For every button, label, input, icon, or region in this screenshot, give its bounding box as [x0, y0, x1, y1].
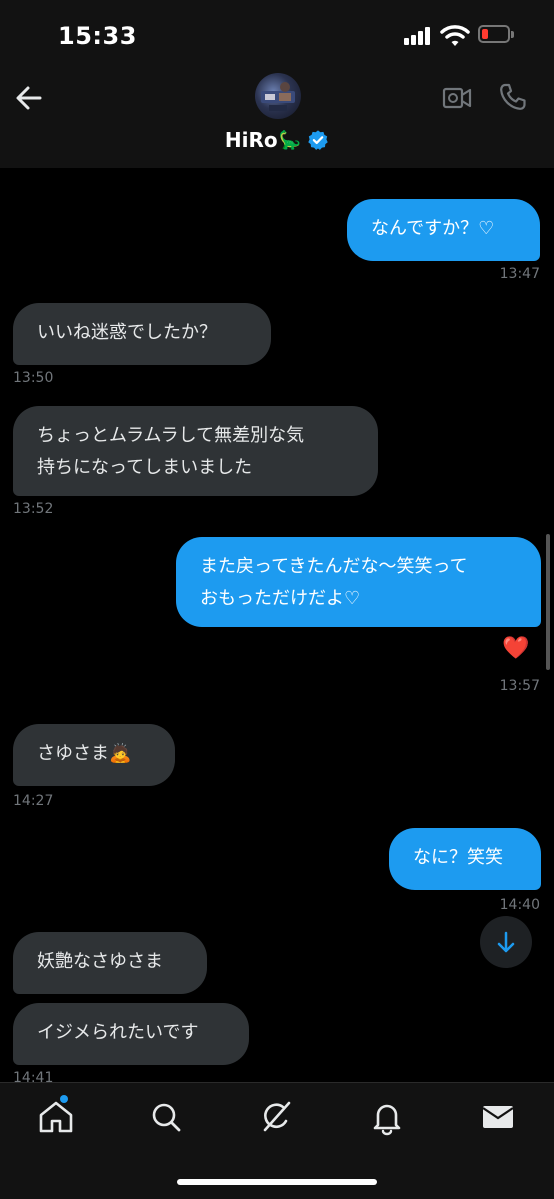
home-indicator [177, 1179, 377, 1185]
message-text: 妖艶なさゆさま [37, 951, 163, 972]
message-text-line: おもっただけだよ♡ [200, 588, 361, 609]
phone-icon[interactable] [498, 82, 528, 112]
message-text: なんですか？♡ [371, 218, 495, 239]
message-bubble-incoming[interactable]: いいね迷惑でしたか？ [13, 303, 271, 365]
home-icon [39, 1101, 73, 1133]
message-bubble-outgoing[interactable]: なに？笑笑 [389, 828, 541, 890]
message-timestamp: 13:57 [499, 678, 540, 694]
message-text-line: また戻ってきたんだな〜笑笑って [200, 556, 468, 577]
message-text: イジメられたいです [37, 1022, 199, 1043]
message-timestamp: 13:50 [13, 370, 54, 386]
mail-icon [482, 1106, 514, 1128]
dm-conversation-screen: 15:33 HiRo🦕 なんですか？♡ 13:47 いいね迷惑でしたか？ 13:… [0, 0, 554, 1199]
message-reaction[interactable]: ❤️ [502, 635, 529, 663]
tab-messages[interactable] [478, 1097, 518, 1137]
wifi-icon [440, 25, 470, 46]
message-bubble-incoming[interactable]: 妖艶なさゆさま [13, 932, 207, 994]
bell-icon [373, 1104, 401, 1136]
tab-home[interactable] [36, 1095, 76, 1137]
contact-name-row[interactable]: HiRo🦕 [0, 128, 554, 158]
battery-nub [511, 31, 514, 38]
message-text-line: 持ちになってしまいました [37, 457, 253, 478]
message-timestamp: 14:27 [13, 793, 54, 809]
message-text-line: ちょっとムラムラして無差別な気 [37, 425, 305, 446]
message-text: いいね迷惑でしたか？ [37, 322, 217, 343]
search-icon [152, 1103, 181, 1132]
status-bar: 15:33 [0, 0, 554, 70]
message-bubble-outgoing[interactable]: また戻ってきたんだな〜笑笑って おもっただけだよ♡ [176, 537, 541, 627]
conversation-header: HiRo🦕 [0, 70, 554, 168]
tab-grok[interactable] [256, 1097, 296, 1137]
bottom-tab-bar [0, 1082, 554, 1199]
battery-icon [478, 25, 510, 43]
notification-dot [60, 1095, 68, 1103]
message-timestamp: 14:41 [13, 1070, 54, 1082]
contact-name: HiRo [224, 128, 278, 152]
contact-name-emoji: 🦕 [278, 129, 302, 151]
message-bubble-incoming[interactable]: ちょっとムラムラして無差別な気 持ちになってしまいました [13, 406, 378, 496]
arrow-down-icon [497, 931, 515, 953]
tab-notifications[interactable] [367, 1097, 407, 1137]
message-timestamp: 13:47 [499, 266, 540, 282]
contact-avatar[interactable] [255, 73, 301, 119]
message-text: なに？笑笑 [413, 847, 503, 868]
tab-search[interactable] [146, 1097, 186, 1137]
message-bubble-incoming[interactable]: イジメられたいです [13, 1003, 249, 1065]
status-time: 15:33 [58, 22, 137, 50]
message-timestamp: 13:52 [13, 501, 54, 517]
video-camera-icon[interactable] [442, 85, 472, 111]
scrollbar-thumb[interactable] [546, 534, 550, 670]
cellular-signal-icon [404, 27, 432, 45]
verified-badge-icon [308, 130, 328, 150]
message-timestamp: 14:40 [499, 897, 540, 913]
grok-icon [263, 1101, 291, 1132]
message-bubble-outgoing[interactable]: なんですか？♡ [347, 199, 540, 261]
message-bubble-incoming[interactable]: さゆさま🙇 [13, 724, 175, 786]
message-text: さゆさま🙇 [37, 743, 132, 764]
back-arrow-icon[interactable] [10, 80, 50, 116]
message-list[interactable]: なんですか？♡ 13:47 いいね迷惑でしたか？ 13:50 ちょっとムラムラし… [0, 168, 554, 1082]
scroll-to-bottom-button[interactable] [480, 916, 532, 968]
